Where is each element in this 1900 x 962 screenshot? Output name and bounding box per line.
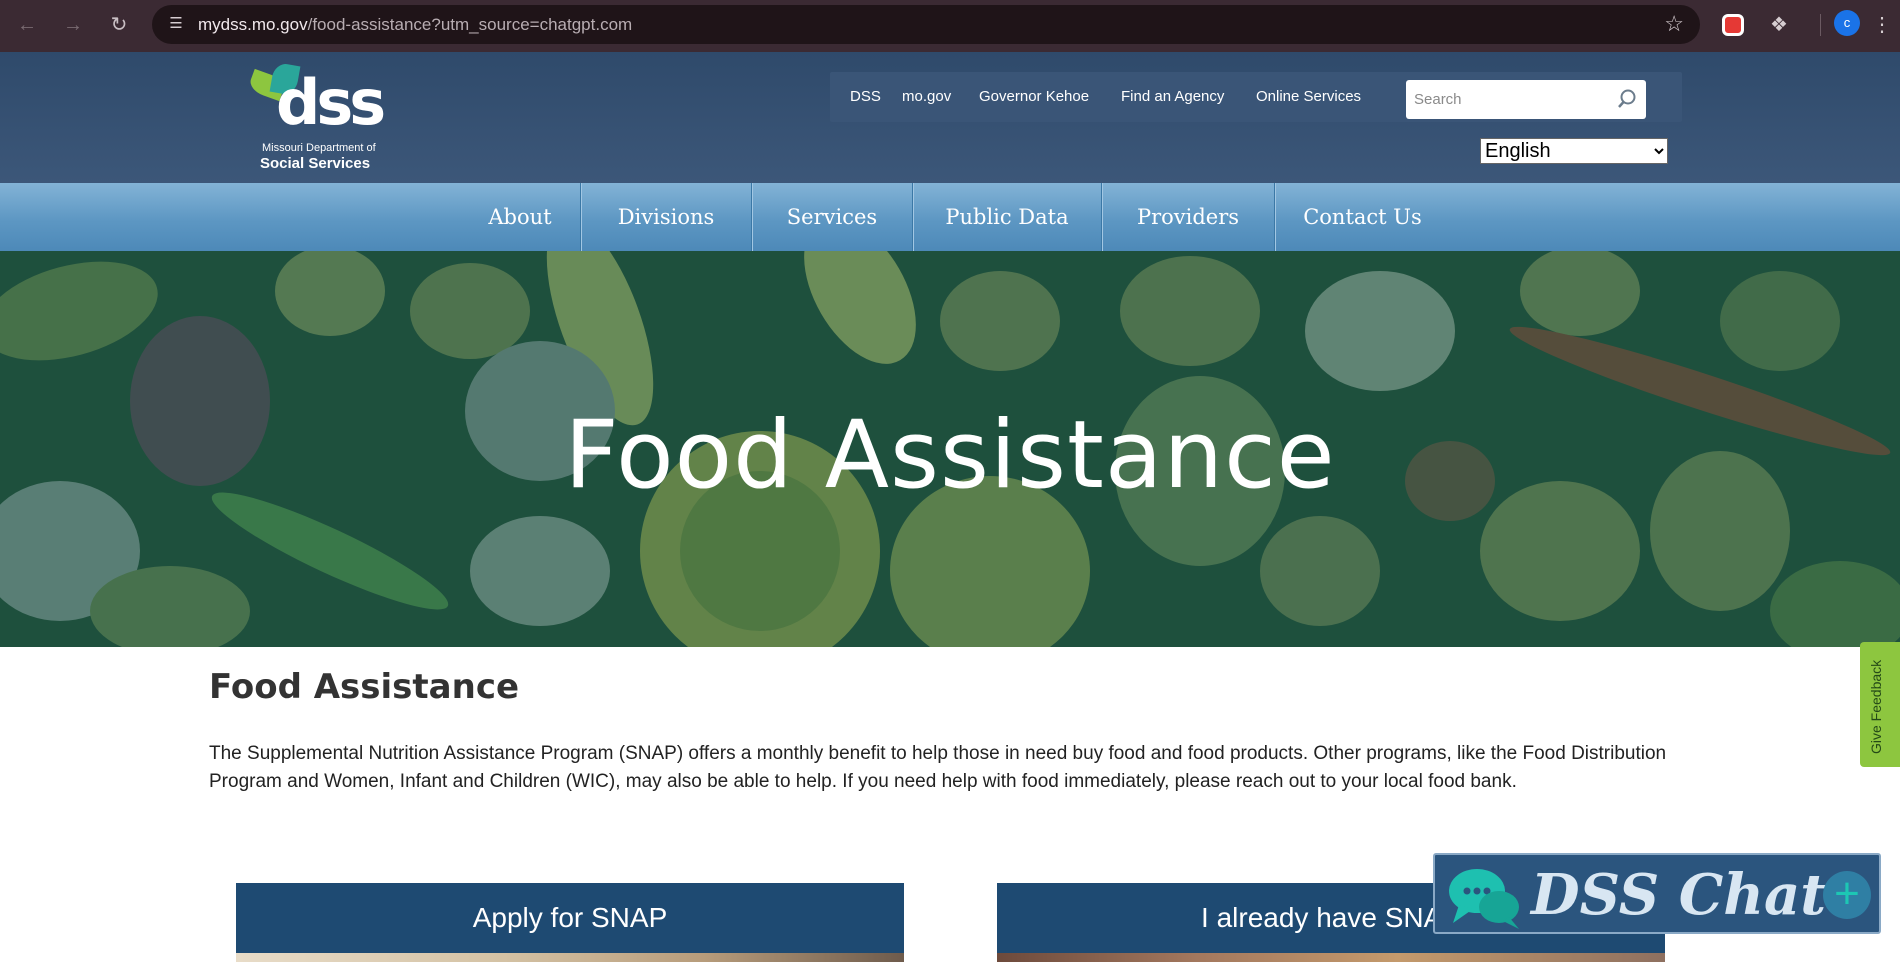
card-title[interactable]: Apply for SNAP — [236, 883, 904, 953]
bookmark-star-icon[interactable]: ☆ — [1664, 11, 1684, 37]
dss-logo[interactable]: dss Missouri Department of Social Servic… — [247, 61, 390, 174]
reload-icon[interactable]: ↻ — [104, 10, 134, 40]
util-link-governor[interactable]: Governor Kehoe — [979, 88, 1089, 105]
util-link-find-agency[interactable]: Find an Agency — [1121, 88, 1224, 105]
util-link-mo-gov[interactable]: mo.gov — [902, 88, 951, 105]
site-header: dss Missouri Department of Social Servic… — [0, 52, 1900, 183]
main-nav: About Divisions Services Public Data Pro… — [0, 183, 1900, 251]
card-image — [236, 953, 904, 962]
give-feedback-tab[interactable]: Give Feedback — [1860, 642, 1900, 767]
nav-providers[interactable]: Providers — [1102, 183, 1274, 251]
nav-contact-us[interactable]: Contact Us — [1275, 183, 1450, 251]
logo-wordmark: dss — [276, 66, 386, 139]
hero-banner: Food Assistance — [0, 251, 1900, 647]
util-link-online-services[interactable]: Online Services — [1256, 88, 1361, 105]
nav-public-data[interactable]: Public Data — [913, 183, 1101, 251]
card-apply-snap[interactable]: Apply for SNAP — [236, 883, 904, 962]
util-link-dss[interactable]: DSS — [850, 88, 881, 105]
back-arrow-icon[interactable]: ← — [12, 10, 42, 40]
language-select[interactable]: English — [1480, 138, 1668, 164]
nav-divisions[interactable]: Divisions — [581, 183, 751, 251]
intro-paragraph: The Supplemental Nutrition Assistance Pr… — [209, 743, 1667, 792]
card-image — [997, 953, 1665, 962]
hero-title: Food Assistance — [564, 401, 1336, 510]
kebab-menu-icon[interactable]: ⋮ — [1872, 10, 1892, 40]
logo-line1: Missouri Department of — [262, 142, 376, 154]
url-host: mydss.mo.gov — [198, 15, 308, 34]
chat-bubbles-icon — [1449, 869, 1519, 929]
extension-icon[interactable] — [1718, 10, 1748, 40]
puzzle-icon[interactable]: ❖ — [1764, 10, 1794, 40]
forward-arrow-icon[interactable]: → — [58, 10, 88, 40]
url-path: /food-assistance?utm_source=chatgpt.com — [307, 15, 633, 34]
logo-line2: Social Services — [260, 155, 371, 172]
address-bar[interactable]: ☰ mydss.mo.gov/food-assistance?utm_sourc… — [152, 5, 1700, 44]
toolbar-divider — [1820, 14, 1821, 36]
search-icon[interactable] — [1616, 88, 1638, 110]
feedback-label: Give Feedback — [1868, 659, 1884, 754]
utility-bar: DSS mo.gov Governor Kehoe Find an Agency… — [830, 72, 1682, 122]
url-text[interactable]: mydss.mo.gov/food-assistance?utm_source=… — [198, 15, 632, 35]
profile-avatar[interactable]: c — [1834, 10, 1860, 36]
chat-label: DSS Chat — [1531, 862, 1827, 928]
nav-services[interactable]: Services — [752, 183, 912, 251]
browser-toolbar: ← → ↻ ☰ mydss.mo.gov/food-assistance?utm… — [0, 0, 1900, 52]
nav-about[interactable]: About — [460, 183, 580, 251]
search-input[interactable] — [1414, 88, 1604, 110]
site-info-icon[interactable]: ☰ — [166, 14, 186, 34]
page-title: Food Assistance — [209, 667, 520, 707]
chat-plus-icon[interactable]: + — [1823, 871, 1871, 919]
search-field[interactable] — [1406, 80, 1646, 119]
dss-chat-widget[interactable]: DSS Chat + — [1433, 853, 1881, 934]
